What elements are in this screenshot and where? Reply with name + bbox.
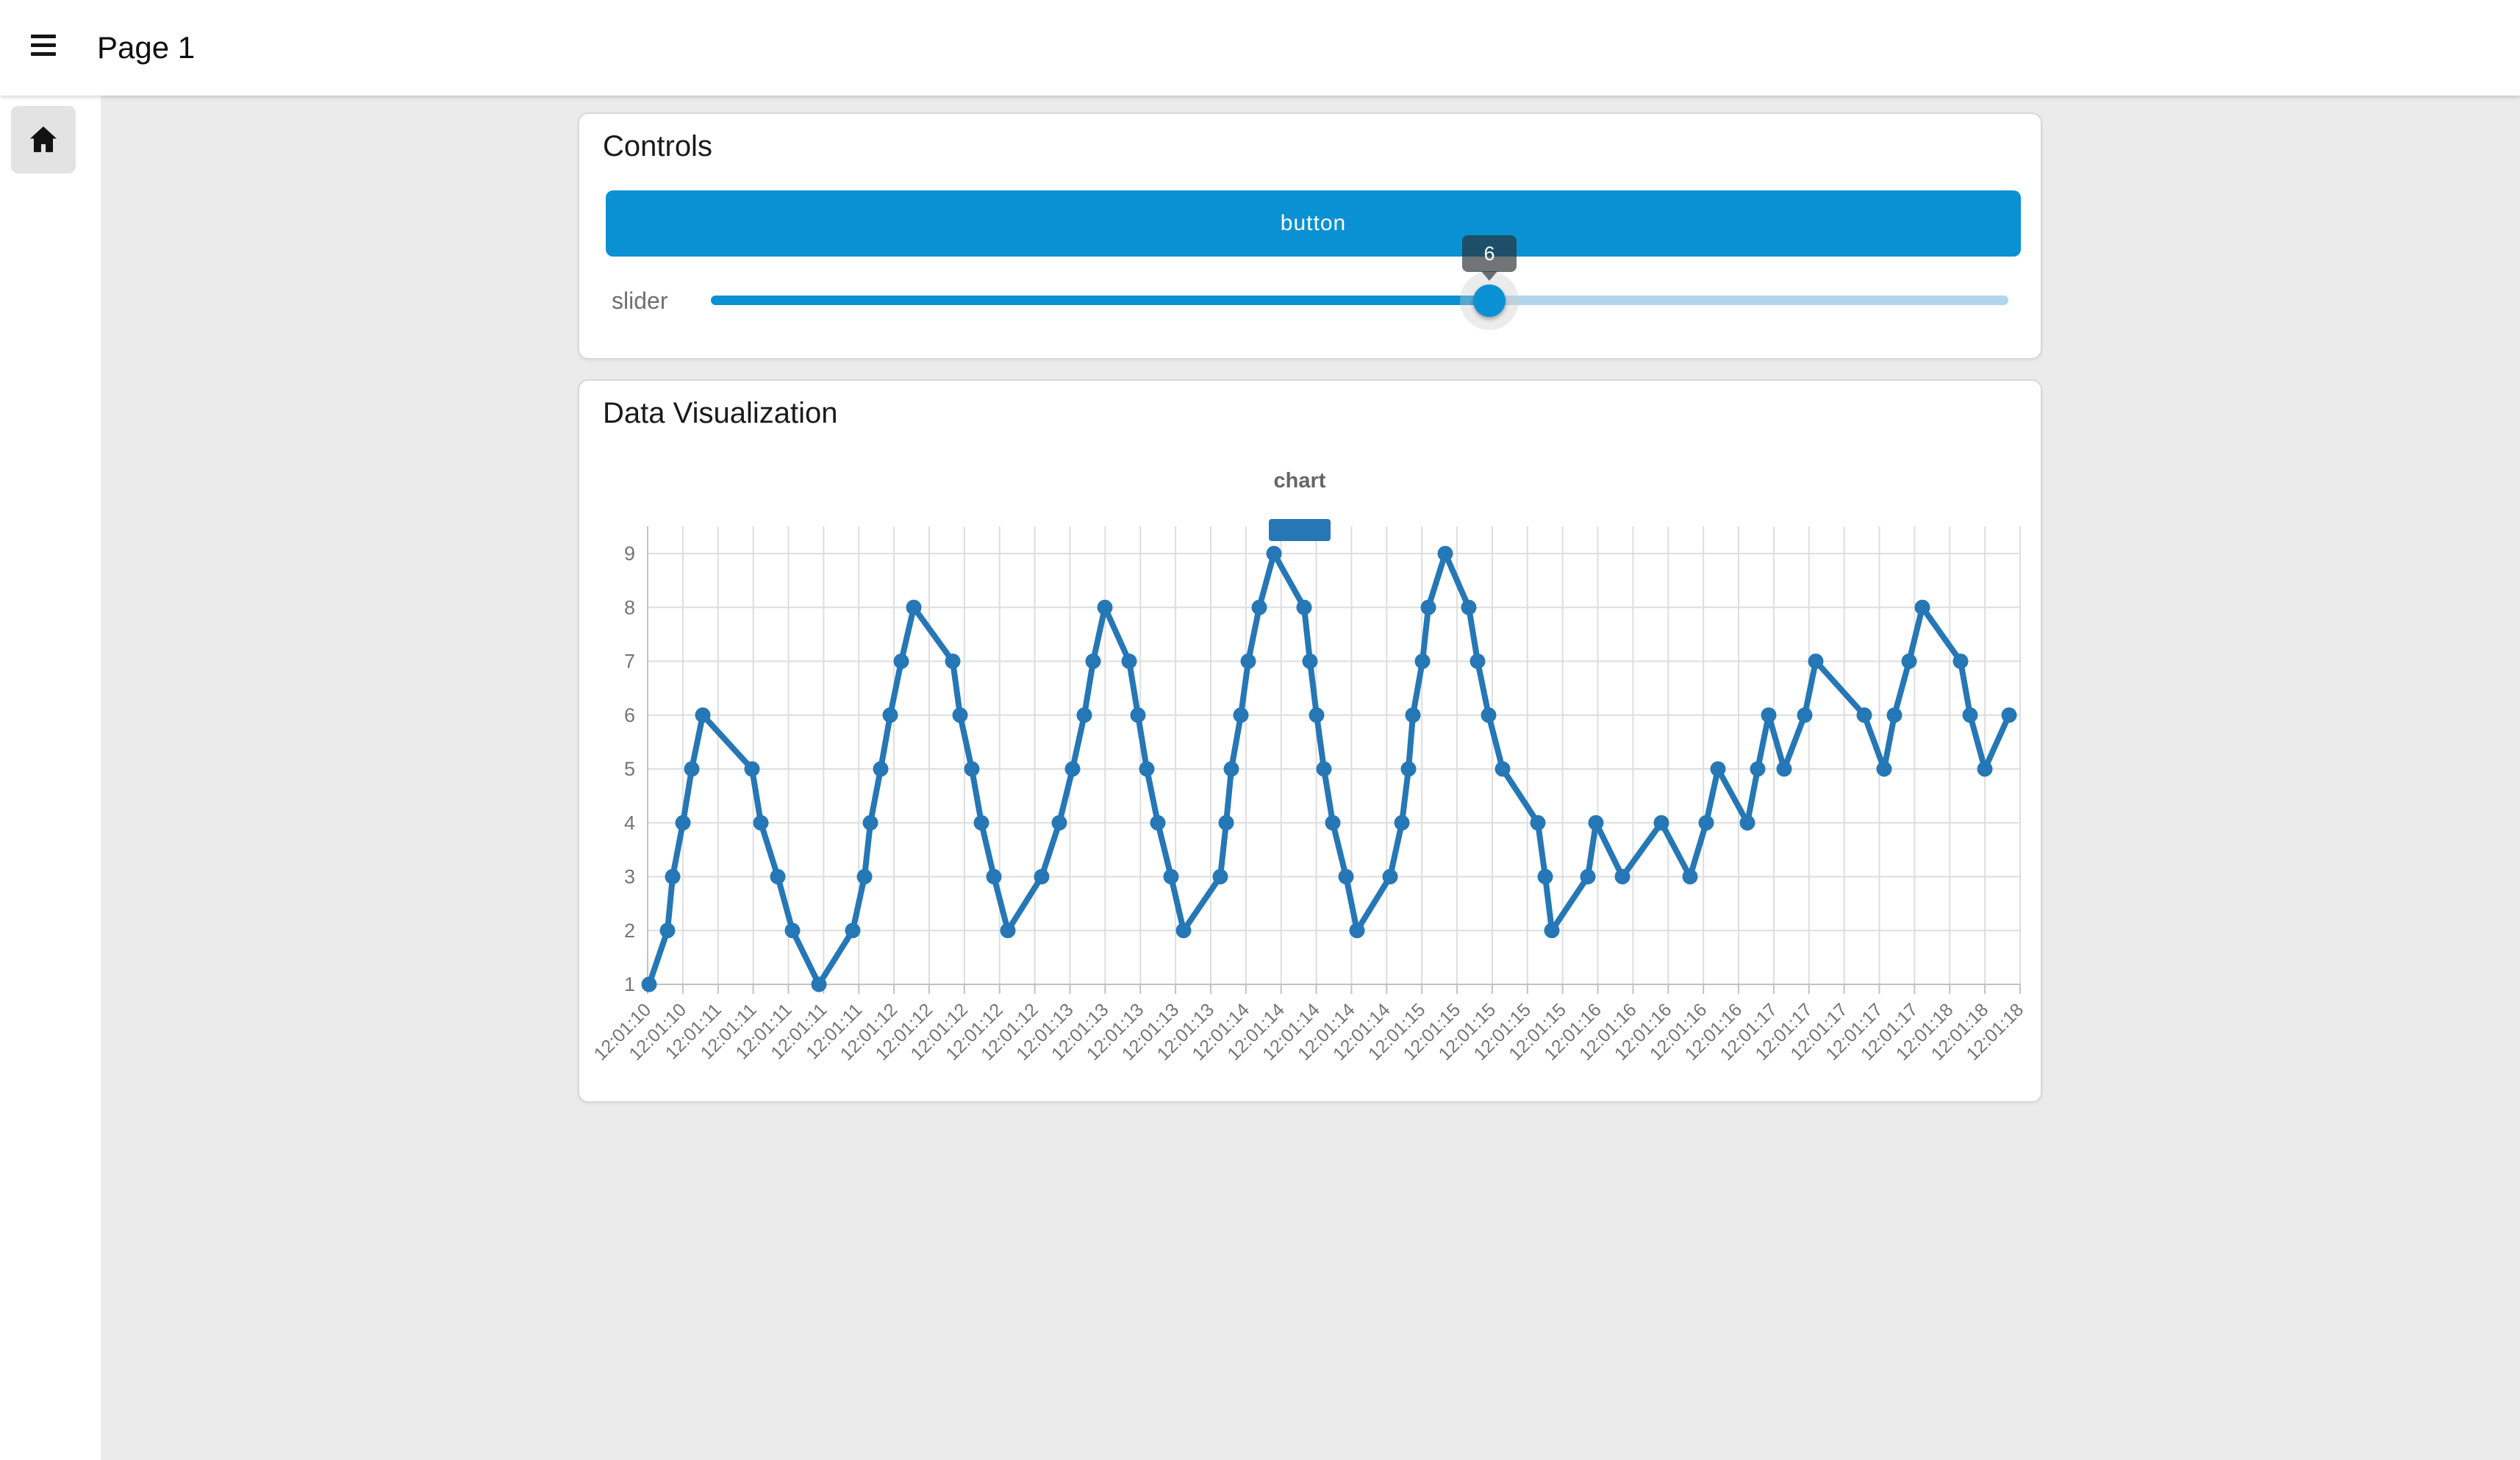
svg-text:5: 5 (624, 758, 635, 780)
slider-value-tooltip: 6 (1462, 235, 1517, 272)
slider-tooltip-arrow (1481, 271, 1497, 281)
svg-text:8: 8 (624, 596, 635, 618)
slider-handle[interactable] (1473, 285, 1506, 317)
svg-text:6: 6 (624, 704, 635, 726)
page-title: Page 1 (97, 0, 195, 96)
sidebar (0, 96, 101, 1460)
controls-card-title: Controls (603, 130, 712, 163)
slider-fill (711, 296, 1489, 305)
slider-label: slider (612, 287, 707, 315)
chart-title: chart (1274, 469, 1326, 493)
home-icon (26, 123, 60, 157)
legend-swatch (1269, 519, 1331, 541)
controls-card: Controls button slider 6 (578, 112, 2042, 359)
action-button[interactable]: button (606, 190, 2021, 257)
svg-text:9: 9 (624, 543, 635, 565)
svg-text:4: 4 (624, 812, 635, 834)
line-chart: 12:01:1012:01:1012:01:1112:01:1112:01:11… (579, 381, 2041, 1101)
menu-hamburger-icon[interactable] (31, 35, 57, 61)
sidebar-item-home[interactable] (11, 106, 76, 173)
svg-text:3: 3 (624, 866, 635, 888)
y-axis-tick-labels: 1 2 3 4 5 6 7 8 9 (624, 543, 635, 995)
svg-text:1: 1 (624, 973, 635, 995)
svg-text:2: 2 (624, 920, 635, 942)
page: Page 1 Controls button slider 6 Data Vis… (0, 0, 2520, 1460)
top-app-bar: Page 1 (0, 0, 2520, 96)
x-axis-tick-labels: 12:01:1012:01:1012:01:1112:01:1112:01:11… (590, 999, 2028, 1064)
visualization-card: Data Visualization 12:01:1012:01:1012:01… (578, 379, 2042, 1103)
svg-text:7: 7 (624, 651, 635, 673)
slider-track[interactable] (711, 296, 2008, 305)
